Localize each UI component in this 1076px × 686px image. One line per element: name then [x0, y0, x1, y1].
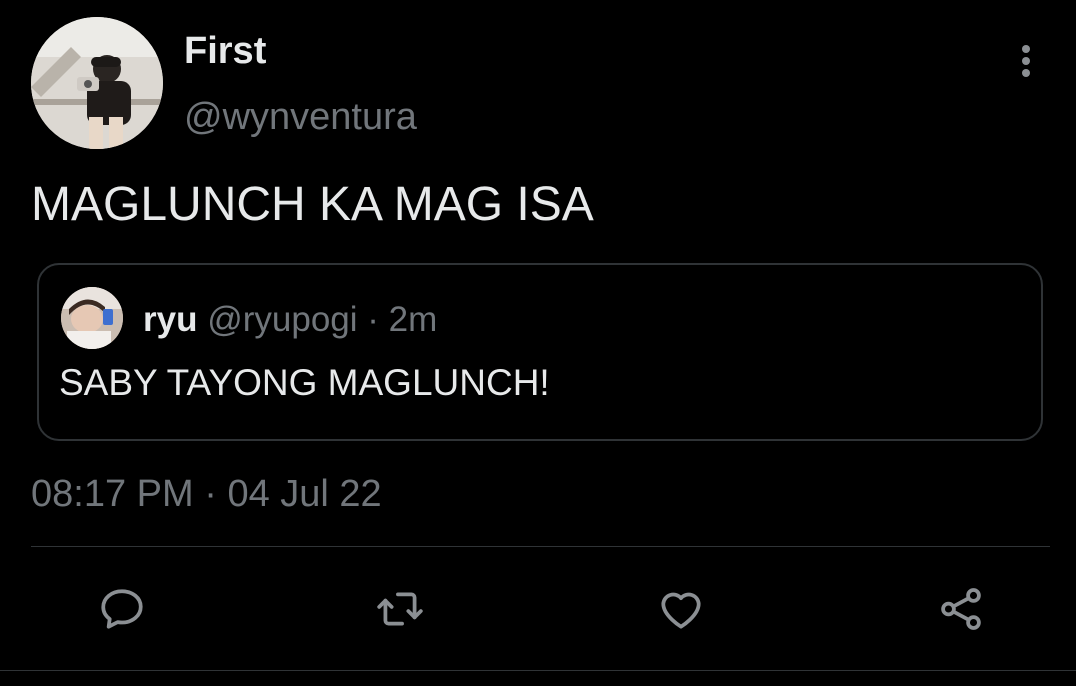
share-button[interactable]: [935, 583, 987, 635]
quoted-handle[interactable]: @ryupogi: [207, 300, 357, 339]
quoted-text: SABY TAYONG MAGLUNCH!: [59, 362, 550, 403]
tweet-text: MAGLUNCH KA MAG ISA: [31, 178, 594, 231]
quoted-separator: ·: [367, 300, 379, 339]
author-handle[interactable]: @wynventura: [184, 96, 417, 139]
author-avatar[interactable]: [31, 17, 163, 149]
like-icon: [661, 592, 701, 629]
tweet-date: 04 Jul 22: [227, 473, 382, 515]
bottom-divider: [0, 670, 1076, 671]
retweet-button[interactable]: [374, 583, 426, 635]
tweet-timestamp[interactable]: 08:17 PM · 04 Jul 22: [31, 473, 382, 516]
tweet-time: 08:17 PM: [31, 473, 194, 515]
like-button[interactable]: [655, 583, 707, 635]
share-icon: [941, 588, 981, 630]
quoted-header: ryu @ryupogi · 2m: [143, 300, 437, 340]
timestamp-separator: ·: [204, 473, 217, 515]
divider: [31, 546, 1050, 547]
quoted-time[interactable]: 2m: [389, 300, 438, 339]
retweet-icon: [377, 592, 423, 626]
more-options-button[interactable]: [1012, 42, 1040, 82]
author-display-name[interactable]: First: [184, 30, 266, 73]
quoted-display-name[interactable]: ryu: [143, 300, 197, 339]
reply-icon: [101, 589, 143, 629]
quoted-avatar[interactable]: [61, 287, 123, 349]
reply-button[interactable]: [96, 583, 148, 635]
quoted-tweet[interactable]: ryu @ryupogi · 2m SABY TAYONG MAGLUNCH!: [37, 263, 1043, 441]
quoted-avatar-image: [61, 287, 123, 349]
author-avatar-image: [31, 17, 163, 149]
more-vertical-icon: [1022, 45, 1030, 77]
